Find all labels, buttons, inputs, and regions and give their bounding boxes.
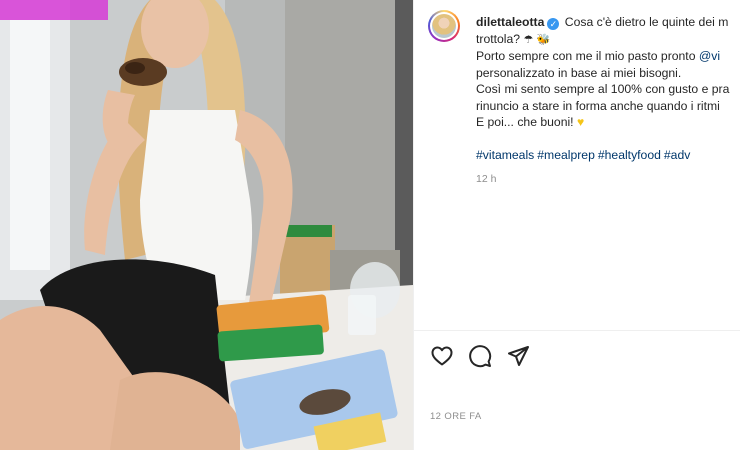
caption-line-4: personalizzato in base ai miei bisogni. — [476, 65, 682, 80]
caption-line-2: trottola? ☂ 🐝 — [476, 31, 740, 49]
caption-text-2: trottola? — [476, 31, 524, 46]
caption-line-5: Così mi sento sempre al 100% con gusto e… — [476, 82, 730, 96]
caption-text-3: Porto sempre con me il mio pasto pronto — [476, 49, 699, 63]
like-button[interactable] — [430, 344, 454, 368]
post-caption: dilettaleotta ✓ Cosa c'è dietro le quinte… — [476, 14, 740, 188]
umbrella-icon: ☂ — [523, 33, 534, 46]
caption-text-1: Cosa c'è dietro le quinte dei m — [564, 15, 729, 29]
mention-link[interactable]: @vi — [699, 49, 720, 63]
caption-line-6: rinuncio a stare in forma anche quando i… — [476, 98, 720, 113]
hashtag-link[interactable]: #healtyfood — [598, 148, 661, 162]
post-photo[interactable] — [0, 0, 413, 450]
avatar-image — [432, 14, 456, 38]
hashtag-link[interactable]: #mealprep — [537, 148, 595, 162]
caption-line-1: dilettaleotta ✓ Cosa c'è dietro le quinte… — [476, 14, 740, 31]
heart-icon — [431, 346, 453, 366]
yellow-heart-icon: ♥ — [576, 115, 585, 129]
send-icon — [508, 346, 529, 366]
hashtags: #vitameals #mealprep #healtyfood #adv — [476, 147, 740, 164]
post-time: 12 ORE FA — [430, 411, 482, 422]
caption-timestamp[interactable]: 12 h — [476, 171, 740, 188]
comment-icon — [469, 345, 492, 368]
divider — [414, 330, 740, 331]
caption-text-7: E poi... che buoni! — [476, 115, 577, 129]
avatar[interactable] — [428, 10, 460, 42]
share-button[interactable] — [506, 344, 530, 368]
verified-badge-icon: ✓ — [547, 18, 560, 30]
bee-icon: 🐝 — [536, 33, 551, 46]
post-sidebar: dilettaleotta ✓ Cosa c'è dietro le quinte… — [413, 0, 740, 450]
hashtag-link[interactable]: #adv — [664, 148, 690, 162]
caption-line-7: E poi... che buoni! ♥ — [476, 114, 740, 131]
comment-button[interactable] — [468, 344, 492, 368]
caption-line-3: Porto sempre con me il mio pasto pronto … — [476, 48, 740, 65]
avatar-ring-inner — [430, 12, 458, 40]
username-link[interactable]: dilettaleotta — [476, 15, 544, 29]
hashtag-link[interactable]: #vitameals — [476, 148, 534, 162]
